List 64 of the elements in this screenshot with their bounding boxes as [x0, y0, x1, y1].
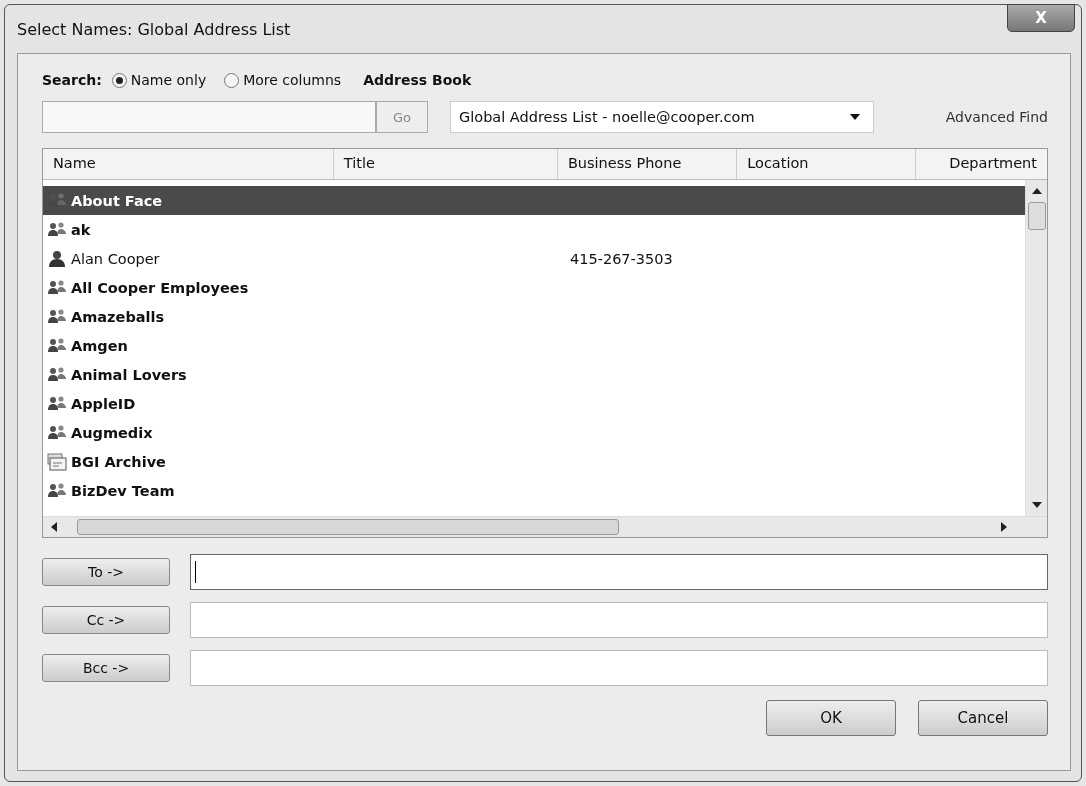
contact-row[interactable]: Augmedix	[43, 418, 1025, 447]
column-header[interactable]: Title	[333, 149, 558, 179]
contact-name: ak	[71, 221, 91, 238]
recipient-field[interactable]	[190, 602, 1048, 638]
dialog-button[interactable]: OK	[766, 700, 896, 736]
people-icon	[47, 336, 67, 355]
address-book-dropdown[interactable]: Global Address List - noelle@cooper.com	[450, 101, 874, 133]
search-field[interactable]	[42, 101, 376, 133]
contact-row[interactable]: Animal Lovers	[43, 360, 1025, 389]
contact-row[interactable]: Alan Cooper 415-267-3503	[43, 244, 1025, 273]
address-book-label: Address Book	[363, 72, 472, 88]
column-header[interactable]: Business Phone	[557, 149, 738, 179]
column-header[interactable]: Name	[43, 149, 334, 179]
recipient-field[interactable]	[190, 554, 1048, 590]
vertical-scrollbar[interactable]	[1025, 180, 1047, 516]
radio-button[interactable]	[224, 72, 240, 88]
contact-row[interactable]: BizDev Team	[43, 476, 1025, 505]
contact-row[interactable]: BGI Archive	[43, 447, 1025, 476]
scroll-down-icon[interactable]	[1031, 502, 1042, 508]
people-icon	[47, 278, 67, 297]
contact-name: Alan Cooper	[71, 250, 160, 267]
column-header[interactable]: Location	[737, 149, 917, 179]
window-title: Select Names: Global Address List	[17, 19, 291, 39]
people-icon	[47, 423, 67, 442]
contact-row[interactable]: AppleID	[43, 389, 1025, 418]
people-icon	[47, 307, 67, 326]
radio-button[interactable]	[111, 72, 127, 88]
contact-name: Amgen	[71, 337, 128, 354]
contact-row[interactable]: All Cooper Employees	[43, 273, 1025, 302]
recipient-field[interactable]	[190, 650, 1048, 686]
column-header[interactable]: Department	[916, 149, 1047, 179]
horizontal-scrollbar[interactable]	[43, 516, 1047, 537]
contact-row[interactable]: Amazeballs	[43, 302, 1025, 331]
advanced-find-link[interactable]: Advanced Find	[945, 109, 1048, 125]
people-icon	[47, 365, 67, 384]
people-icon	[47, 481, 67, 500]
person-icon	[47, 249, 67, 268]
contact-name: BGI Archive	[71, 453, 166, 470]
phone-number: 415-267-3503	[570, 250, 673, 267]
scroll-right-icon[interactable]	[1001, 522, 1007, 532]
search-label: Search:	[42, 72, 102, 88]
contact-name: Amazeballs	[71, 308, 165, 325]
radio-label[interactable]: Name only	[130, 72, 207, 88]
caret-icon	[849, 113, 861, 121]
contact-row[interactable]: About Face	[43, 186, 1025, 215]
contact-name: All Cooper Employees	[71, 279, 249, 296]
scroll-thumb[interactable]	[77, 519, 619, 535]
contact-name: AppleID	[71, 395, 136, 412]
scroll-thumb[interactable]	[1027, 202, 1046, 230]
contact-row[interactable]: Amgen	[43, 331, 1025, 360]
contact-name: Animal Lovers	[71, 366, 187, 383]
contact-name: BizDev Team	[71, 482, 175, 499]
scroll-up-icon[interactable]	[1031, 188, 1042, 194]
people-icon	[47, 394, 67, 413]
people-icon	[47, 220, 67, 239]
recipient-button[interactable]: To ->	[42, 558, 170, 586]
radio-label[interactable]: More columns	[243, 72, 342, 88]
recipient-button[interactable]: Cc ->	[42, 606, 170, 634]
recipient-button[interactable]: Bcc ->	[42, 654, 170, 682]
scroll-left-icon[interactable]	[51, 522, 57, 532]
contact-row[interactable]: ak	[43, 215, 1025, 244]
contact-name: About Face	[71, 192, 163, 209]
contact-name: Augmedix	[71, 424, 153, 441]
dialog-button[interactable]: Cancel	[918, 700, 1048, 736]
